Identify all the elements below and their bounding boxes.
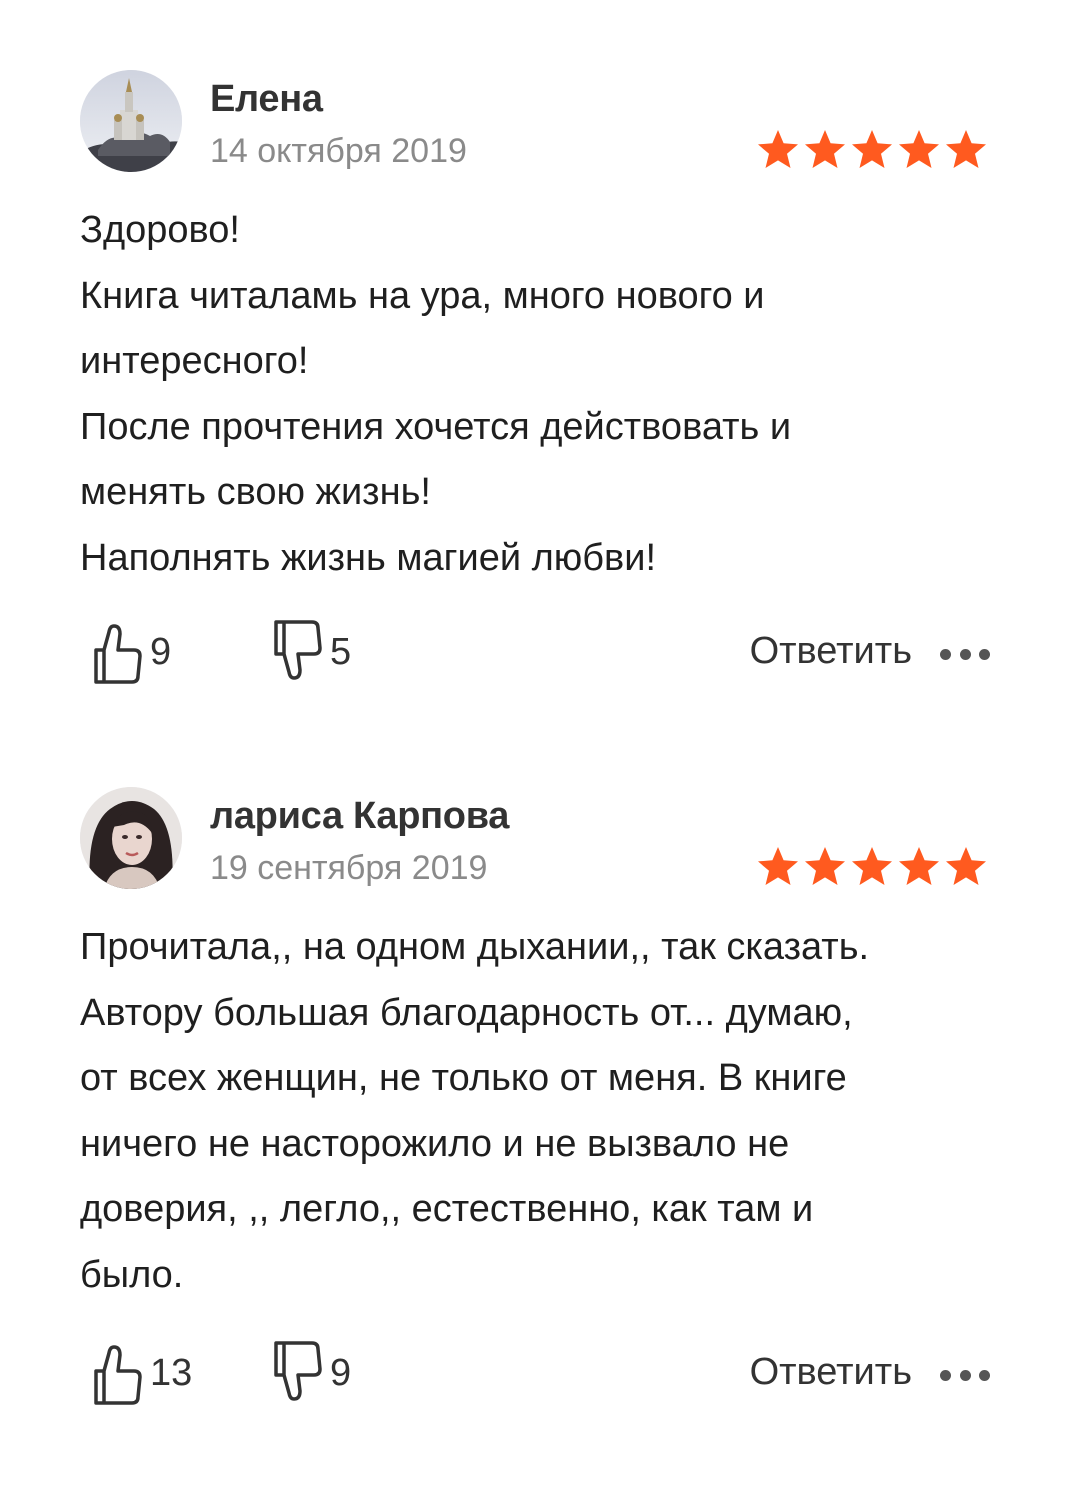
rating-stars (755, 126, 990, 174)
avatar[interactable] (80, 70, 182, 172)
review-text-line: Прочитала,, на одном дыхании,, так сказа… (80, 926, 870, 968)
more-options-icon[interactable] (940, 648, 990, 660)
star-icon (758, 130, 798, 168)
more-options-icon[interactable] (940, 1369, 990, 1381)
star-icon (805, 847, 845, 885)
reply-button[interactable]: Ответить (750, 1351, 912, 1394)
review-text-line: интересного! (80, 340, 309, 383)
reply-button[interactable]: Ответить (750, 630, 912, 673)
star-icon (946, 130, 986, 168)
review-text: Прочитала,, на одном дыхании,, так сказа… (80, 915, 1000, 1309)
star-icon (899, 847, 939, 885)
star-icon (758, 847, 798, 885)
star-icon (852, 130, 892, 168)
like-button[interactable]: 9 (88, 612, 171, 692)
like-count: 9 (150, 630, 172, 673)
like-count: 13 (150, 1351, 193, 1394)
church-photo-avatar-icon (80, 70, 182, 172)
thumbs-down-icon (274, 620, 322, 680)
dislike-button[interactable]: 5 (268, 612, 351, 692)
review-date: 19 сентября 2019 (210, 849, 488, 887)
star-icon (805, 130, 845, 168)
review-actions: 9 5 Ответить (0, 612, 1080, 692)
like-button[interactable]: 13 (88, 1333, 192, 1413)
rating-stars (755, 843, 990, 891)
review-text-line: Книга читаламь на ура, много нового и (80, 274, 765, 317)
review-text-line: Автору большая благодарность от... думаю… (80, 991, 853, 1034)
review-text: Здорово! Книга читаламь на ура, много но… (80, 198, 1000, 592)
author-name[interactable]: Елена (210, 78, 323, 121)
woman-portrait-avatar-icon (80, 787, 182, 889)
thumbs-down-icon (274, 1341, 322, 1401)
thumbs-up-icon (94, 624, 142, 684)
review-text-line: Здорово! (80, 209, 240, 251)
thumbs-up-icon (94, 1345, 142, 1405)
author-name[interactable]: лариса Карпова (210, 795, 509, 838)
review-actions: 13 9 Ответить (0, 1333, 1080, 1413)
star-icon (899, 130, 939, 168)
review-text-line: Наполнять жизнь магией любви! (80, 536, 657, 579)
star-icon (852, 847, 892, 885)
review-text-line: доверия, ,, легло,, естественно, как там… (80, 1188, 814, 1231)
dislike-count: 5 (330, 630, 352, 673)
review-text-line: от всех женщин, не только от меня. В кни… (80, 1057, 847, 1100)
review-text-line: было. (80, 1253, 184, 1296)
review-text-line: ничего не насторожило и не вызвало не (80, 1122, 790, 1165)
review-date: 14 октября 2019 (210, 132, 467, 170)
review-text-line: менять свою жизнь! (80, 471, 431, 514)
review-text-line: После прочтения хочется действовать и (80, 405, 792, 448)
star-icon (946, 847, 986, 885)
dislike-count: 9 (330, 1351, 352, 1394)
dislike-button[interactable]: 9 (268, 1333, 351, 1413)
avatar[interactable] (80, 787, 182, 889)
